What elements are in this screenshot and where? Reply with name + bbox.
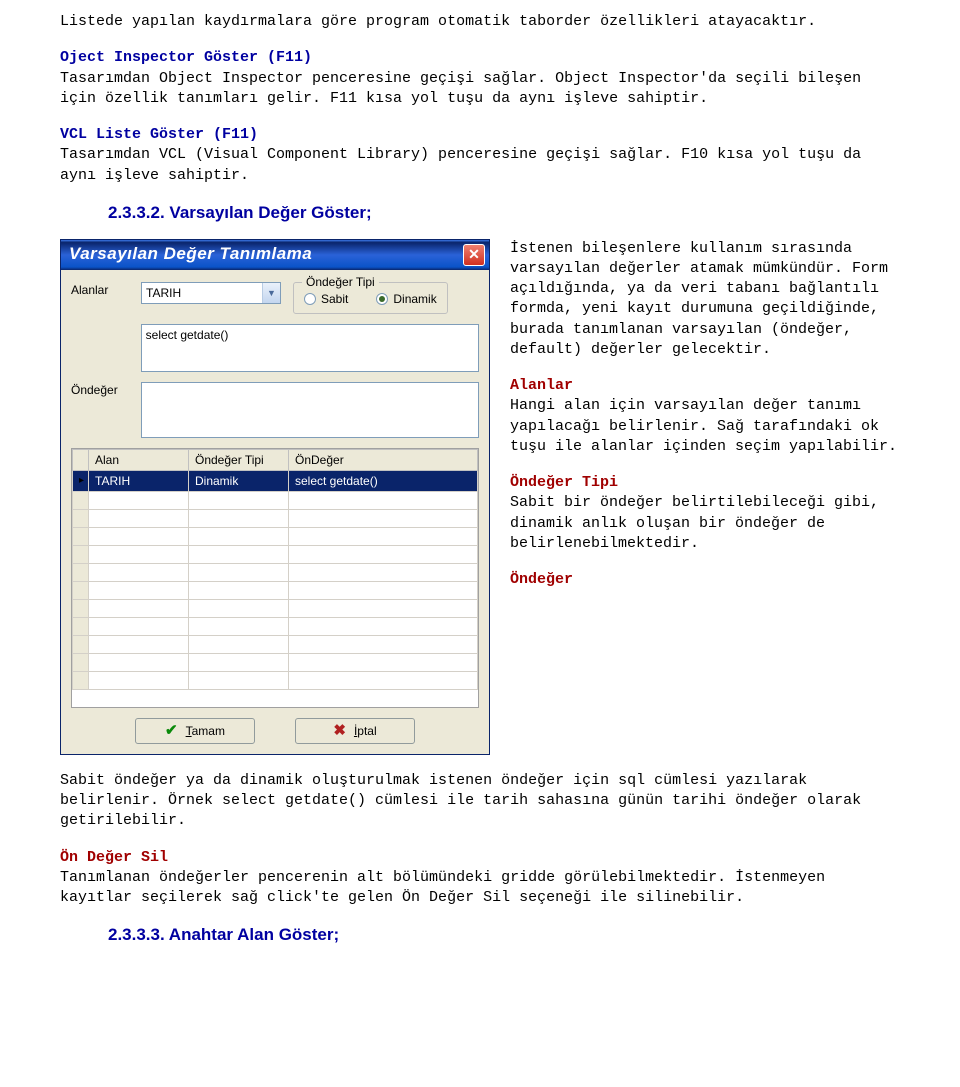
intro-text: Listede yapılan kaydırmalara göre progra… xyxy=(60,12,900,32)
defaults-grid[interactable]: Alan Öndeğer Tipi ÖnDeğer ▸ TARIH Dinami… xyxy=(71,448,479,708)
chevron-down-icon: ▼ xyxy=(262,283,280,303)
heading-oject-inspector: Oject Inspector Göster (F11) xyxy=(60,48,900,68)
cancel-button[interactable]: ✖ İptal xyxy=(295,718,415,744)
radio-sabit-label: Sabit xyxy=(321,291,348,307)
table-row[interactable] xyxy=(73,654,478,672)
desc-paragraph: İstenen bileşenlere kullanım sırasında v… xyxy=(510,239,900,361)
radio-sabit[interactable]: Sabit xyxy=(304,291,348,307)
ondeger-textarea[interactable] xyxy=(141,382,479,438)
vcl-liste-body: Tasarımdan VCL (Visual Component Library… xyxy=(60,145,900,186)
titlebar: Varsayılan Değer Tanımlama ✕ xyxy=(61,240,489,270)
radio-dinamik-label: Dinamik xyxy=(393,291,436,307)
cancel-button-label: İptal xyxy=(354,723,377,739)
cell-ondeger: select getdate() xyxy=(289,471,478,492)
radio-icon xyxy=(304,293,316,305)
cancel-icon: ✖ xyxy=(333,721,346,741)
cell-alan: TARIH xyxy=(89,471,189,492)
oject-inspector-body: Tasarımdan Object Inspector penceresine … xyxy=(60,69,900,110)
grid-header-alan[interactable]: Alan xyxy=(89,449,189,470)
table-row[interactable] xyxy=(73,564,478,582)
ondeger-tipi-body: Sabit bir öndeğer belirtilebileceği gibi… xyxy=(510,493,900,554)
row-indicator-icon: ▸ xyxy=(73,471,89,492)
grid-header-ondeger[interactable]: ÖnDeğer xyxy=(289,449,478,470)
heading-on-deger-sil: Ön Değer Sil xyxy=(60,848,900,868)
table-row[interactable] xyxy=(73,528,478,546)
on-deger-sil-body: Tanımlanan öndeğerler pencerenin alt böl… xyxy=(60,868,900,909)
table-row[interactable] xyxy=(73,546,478,564)
groupbox-title: Öndeğer Tipi xyxy=(302,274,379,290)
table-row[interactable] xyxy=(73,636,478,654)
alanlar-body: Hangi alan için varsayılan değer tanımı … xyxy=(510,396,900,457)
alanlar-combobox[interactable]: TARIH ▼ xyxy=(141,282,281,304)
table-row[interactable] xyxy=(73,582,478,600)
grid-corner xyxy=(73,449,89,470)
heading-vcl-liste: VCL Liste Göster (F11) xyxy=(60,125,900,145)
heading-ondeger-tipi: Öndeğer Tipi xyxy=(510,473,900,493)
combo-value: TARIH xyxy=(142,285,262,301)
table-row[interactable] xyxy=(73,672,478,690)
close-icon: ✕ xyxy=(468,245,480,264)
table-row[interactable] xyxy=(73,492,478,510)
table-row[interactable] xyxy=(73,618,478,636)
ok-button-label: Tamam xyxy=(186,723,225,739)
section-2332: 2.3.3.2. Varsayılan Değer Göster; xyxy=(108,202,900,225)
radio-dinamik[interactable]: Dinamik xyxy=(376,291,436,307)
close-button[interactable]: ✕ xyxy=(463,244,485,266)
dialog-varsayilan-deger: Varsayılan Değer Tanımlama ✕ Alanlar TAR… xyxy=(60,239,490,755)
radio-icon xyxy=(376,293,388,305)
table-row[interactable] xyxy=(73,600,478,618)
heading-ondeger: Öndeğer xyxy=(510,570,900,590)
window-title: Varsayılan Değer Tanımlama xyxy=(69,243,463,266)
heading-alanlar: Alanlar xyxy=(510,376,900,396)
check-icon: ✔ xyxy=(165,721,178,741)
label-alanlar: Alanlar xyxy=(71,282,141,298)
groupbox-ondeger-tipi: Öndeğer Tipi Sabit Dinamik xyxy=(293,282,448,314)
section-2333: 2.3.3.3. Anahtar Alan Göster; xyxy=(108,924,900,947)
ondeger-body: Sabit öndeğer ya da dinamik oluşturulmak… xyxy=(60,771,900,832)
cell-tipi: Dinamik xyxy=(189,471,289,492)
label-ondeger: Öndeğer xyxy=(71,382,141,398)
ok-button[interactable]: ✔ Tamam xyxy=(135,718,255,744)
grid-header-tipi[interactable]: Öndeğer Tipi xyxy=(189,449,289,470)
table-row[interactable]: ▸ TARIH Dinamik select getdate() xyxy=(73,471,478,492)
table-row[interactable] xyxy=(73,510,478,528)
ondeger-textarea-top[interactable]: select getdate() xyxy=(141,324,479,372)
